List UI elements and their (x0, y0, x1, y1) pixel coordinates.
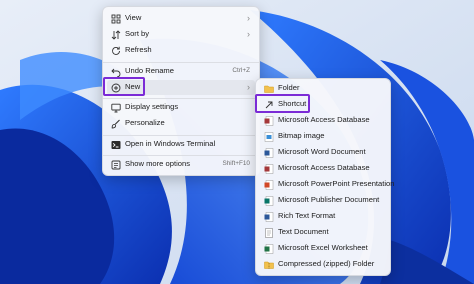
more-options-icon (111, 160, 121, 170)
submenu-item-folder[interactable]: Folder (260, 81, 386, 96)
submenu-item-label: Text Document (278, 227, 329, 236)
submenu-item-publisher-document[interactable]: Microsoft Publisher Document (260, 193, 386, 208)
menu-item-label: Show more options (125, 159, 191, 168)
rtf-file-icon (264, 212, 274, 222)
brush-icon (111, 119, 121, 129)
submenu-item-powerpoint-presentation[interactable]: Microsoft PowerPoint Presentation (260, 177, 395, 192)
menu-item-show-more-options[interactable]: Show more options Shift+F10 (107, 157, 255, 172)
submenu-item-bitmap-image[interactable]: Bitmap image (260, 129, 386, 144)
submenu-item-rich-text-format[interactable]: Rich Text Format (260, 209, 386, 224)
display-icon (111, 103, 121, 113)
terminal-icon (111, 140, 121, 150)
submenu-item-label: Microsoft Word Document (278, 147, 366, 156)
menu-item-undo-rename[interactable]: Undo Rename Ctrl+Z (107, 64, 255, 79)
chevron-right-icon: › (247, 82, 250, 92)
bitmap-file-icon (264, 132, 274, 142)
refresh-icon (111, 46, 121, 56)
submenu-item-label: Microsoft Access Database (278, 115, 370, 124)
new-submenu: Folder Shortcut Microsoft Access Databas… (255, 78, 395, 276)
menu-separator (103, 62, 259, 63)
menu-item-personalize[interactable]: Personalize (107, 116, 255, 131)
grid-icon (111, 14, 121, 24)
menu-item-label: Personalize (125, 118, 165, 127)
submenu-item-label: Rich Text Format (278, 211, 336, 220)
submenu-item-text-document[interactable]: Text Document (260, 225, 386, 240)
menu-item-label: Display settings (125, 102, 179, 111)
access-file-icon (264, 116, 274, 126)
submenu-item-excel-worksheet[interactable]: Microsoft Excel Worksheet (260, 241, 386, 256)
submenu-item-label: Microsoft PowerPoint Presentation (278, 179, 395, 188)
word-file-icon (264, 148, 274, 158)
menu-item-view[interactable]: View › (107, 11, 255, 26)
menu-item-new[interactable]: New › (107, 80, 255, 95)
publisher-file-icon (264, 196, 274, 206)
powerpoint-file-icon (264, 180, 274, 190)
menu-item-label: Refresh (125, 45, 152, 54)
desktop-context-menu: View › Sort by › Refresh Undo Rename Ctr… (102, 6, 260, 176)
undo-icon (111, 67, 121, 77)
menu-item-label: Sort by (125, 29, 150, 38)
menu-item-label: New (125, 82, 141, 91)
menu-separator (103, 98, 259, 99)
zip-folder-icon (264, 260, 274, 270)
submenu-item-word-document[interactable]: Microsoft Word Document (260, 145, 386, 160)
submenu-item-label: Compressed (zipped) Folder (278, 259, 375, 268)
submenu-item-label: Microsoft Publisher Document (278, 195, 380, 204)
menu-item-label: Undo Rename (125, 66, 174, 75)
shortcut-hint: Ctrl+Z (232, 67, 250, 74)
excel-file-icon (264, 244, 274, 254)
shortcut-hint: Shift+F10 (222, 160, 250, 167)
text-file-icon (264, 228, 274, 238)
menu-item-label: View (125, 13, 142, 22)
menu-item-sort-by[interactable]: Sort by › (107, 27, 255, 42)
chevron-right-icon: › (247, 29, 250, 39)
menu-separator (103, 155, 259, 156)
submenu-item-label: Microsoft Access Database (278, 163, 370, 172)
access-file-icon (264, 164, 274, 174)
submenu-item-label: Shortcut (278, 99, 307, 108)
menu-item-refresh[interactable]: Refresh (107, 43, 255, 58)
submenu-item-compressed-folder[interactable]: Compressed (zipped) Folder (260, 257, 386, 272)
menu-item-display-settings[interactable]: Display settings (107, 100, 255, 115)
sort-icon (111, 30, 121, 40)
submenu-item-label: Microsoft Excel Worksheet (278, 243, 368, 252)
submenu-item-access-database-2[interactable]: Microsoft Access Database (260, 161, 386, 176)
shortcut-arrow-icon (264, 100, 274, 110)
menu-item-label: Open in Windows Terminal (125, 139, 216, 148)
submenu-item-access-database[interactable]: Microsoft Access Database (260, 113, 386, 128)
chevron-right-icon: › (247, 13, 250, 23)
submenu-item-label: Bitmap image (278, 131, 325, 140)
submenu-item-shortcut[interactable]: Shortcut (260, 97, 386, 112)
plus-circle-icon (111, 83, 121, 93)
menu-separator (103, 135, 259, 136)
submenu-item-label: Folder (278, 83, 300, 92)
folder-icon (264, 84, 274, 94)
menu-item-open-in-windows-terminal[interactable]: Open in Windows Terminal (107, 137, 255, 152)
